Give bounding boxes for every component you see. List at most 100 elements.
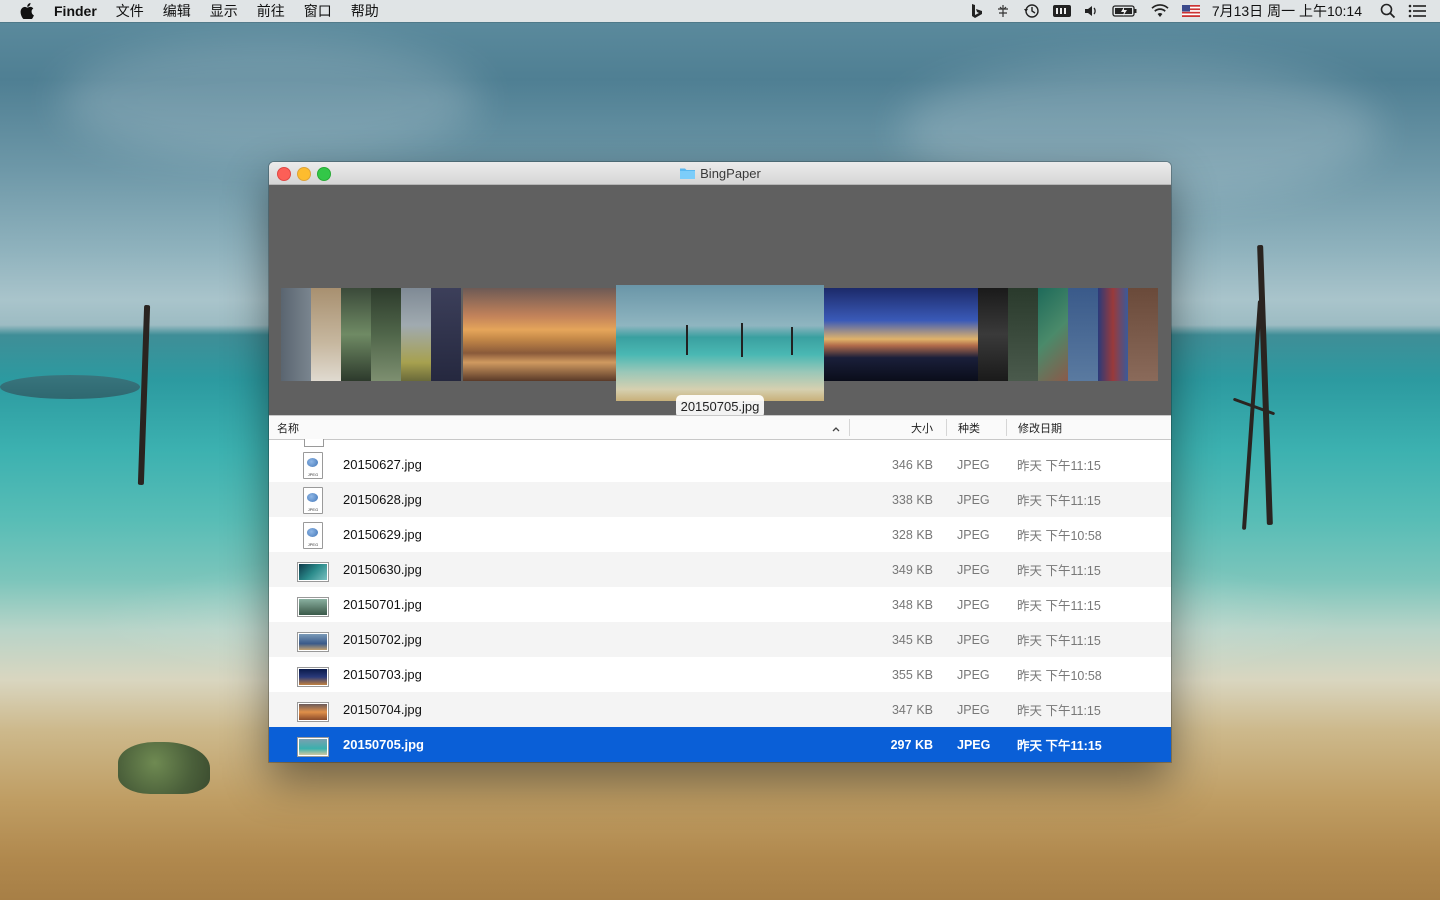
- file-size: 345 KB: [891, 632, 933, 647]
- coverflow-thumb[interactable]: [431, 288, 461, 381]
- file-date: 昨天 下午10:58: [1017, 669, 1102, 683]
- menu-window[interactable]: 窗口: [304, 1, 332, 21]
- folder-icon: [679, 166, 696, 180]
- coverflow-thumb[interactable]: [341, 288, 371, 381]
- menu-help[interactable]: 帮助: [351, 1, 379, 21]
- battery-meter-icon[interactable]: [1052, 0, 1072, 22]
- column-divider[interactable]: [849, 419, 850, 436]
- coverflow-thumb[interactable]: [311, 288, 341, 381]
- coverflow-thumb[interactable]: [1098, 288, 1128, 381]
- notification-center-icon[interactable]: [1408, 0, 1426, 22]
- coverflow-thumb[interactable]: [1128, 288, 1158, 381]
- cover-flow-view[interactable]: 20150705.jpg: [269, 185, 1171, 418]
- stilt-pole: [1241, 300, 1263, 530]
- menu-view[interactable]: 显示: [210, 1, 238, 21]
- file-kind: JPEG: [957, 457, 990, 472]
- coverflow-thumb[interactable]: [371, 288, 401, 381]
- sort-ascending-icon[interactable]: [832, 423, 840, 435]
- rock-shape: [118, 742, 210, 794]
- coverflow-selected-image[interactable]: [616, 285, 824, 401]
- menu-edit[interactable]: 编辑: [163, 1, 191, 21]
- image-thumbnail-icon: [298, 557, 328, 582]
- menu-file[interactable]: 文件: [116, 1, 144, 21]
- file-size: 355 KB: [891, 667, 933, 682]
- file-row[interactable]: 20150630.jpg 349 KB JPEG 昨天 下午11:15: [269, 552, 1171, 587]
- coverflow-thumb[interactable]: [463, 288, 616, 381]
- file-row[interactable]: JPEG 20150628.jpg 338 KB JPEG 昨天 下午11:15: [269, 482, 1171, 517]
- file-name: 20150705.jpg: [343, 737, 424, 752]
- file-size: 349 KB: [891, 562, 933, 577]
- menu-bar: Finder 文件 编辑 显示 前往 窗口 帮助 7月13日 周一 上午10:1…: [0, 0, 1440, 22]
- file-row[interactable]: 20150705.jpg 297 KB JPEG 昨天 下午11:15: [269, 727, 1171, 762]
- jpeg-file-icon: JPEG: [298, 452, 326, 479]
- file-kind: JPEG: [957, 632, 990, 647]
- spotlight-search-icon[interactable]: [1380, 0, 1396, 22]
- file-row[interactable]: JPEG 20150627.jpg 346 KB JPEG 昨天 下午11:15: [269, 447, 1171, 482]
- column-header-size[interactable]: 大小: [911, 416, 933, 439]
- file-name: 20150627.jpg: [343, 457, 422, 472]
- image-thumbnail-icon: [298, 697, 328, 722]
- coverflow-thumb[interactable]: [1038, 288, 1068, 381]
- menu-app-name[interactable]: Finder: [54, 3, 97, 19]
- file-kind: JPEG: [957, 597, 990, 612]
- file-size: 346 KB: [891, 457, 933, 472]
- file-row[interactable]: 20150703.jpg 355 KB JPEG 昨天 下午10:58: [269, 657, 1171, 692]
- column-divider[interactable]: [1006, 419, 1007, 436]
- stilt-pole: [1257, 244, 1273, 526]
- volume-icon[interactable]: [1084, 0, 1100, 22]
- file-row[interactable]: 20150702.jpg 345 KB JPEG 昨天 下午11:15: [269, 622, 1171, 657]
- file-name: 20150630.jpg: [343, 562, 422, 577]
- image-thumbnail-icon: [298, 627, 328, 652]
- image-thumbnail-icon: [298, 662, 328, 687]
- us-flag-icon[interactable]: [1181, 0, 1200, 22]
- file-row[interactable]: 20150701.jpg 348 KB JPEG 昨天 下午11:15: [269, 587, 1171, 622]
- file-name: 20150703.jpg: [343, 667, 422, 682]
- coverflow-thumb[interactable]: [401, 288, 431, 381]
- file-row[interactable]: 20150704.jpg 347 KB JPEG 昨天 下午11:15: [269, 692, 1171, 727]
- file-size: 297 KB: [890, 737, 933, 752]
- window-title: BingPaper: [269, 162, 1171, 184]
- coverflow-thumb[interactable]: [1008, 288, 1038, 381]
- file-list[interactable]: JPEG 20150627.jpg 346 KB JPEG 昨天 下午11:15 JPEG…: [269, 439, 1171, 762]
- battery-icon[interactable]: [1112, 0, 1138, 22]
- column-header-kind[interactable]: 种类: [958, 416, 980, 439]
- file-size: 328 KB: [891, 527, 933, 542]
- file-date: 昨天 下午11:15: [1017, 634, 1101, 648]
- menubar-clock[interactable]: 7月13日 周一 上午10:14: [1212, 1, 1362, 21]
- file-date: 昨天 下午11:15: [1017, 494, 1101, 508]
- file-size: 338 KB: [891, 492, 933, 507]
- file-row[interactable]: JPEG 20150629.jpg 328 KB JPEG 昨天 下午10:58: [269, 517, 1171, 552]
- coverflow-thumb[interactable]: [978, 288, 1008, 381]
- menu-go[interactable]: 前往: [257, 1, 285, 21]
- file-kind: JPEG: [957, 492, 990, 507]
- coverflow-thumb[interactable]: [824, 288, 978, 381]
- file-name: 20150628.jpg: [343, 492, 422, 507]
- reef-shape: [0, 375, 140, 399]
- file-date: 昨天 下午11:15: [1017, 739, 1102, 753]
- column-divider[interactable]: [946, 419, 947, 436]
- file-date: 昨天 下午11:15: [1017, 564, 1101, 578]
- file-date: 昨天 下午11:15: [1017, 704, 1101, 718]
- time-machine-icon[interactable]: [1022, 0, 1040, 22]
- coverflow-thumb[interactable]: [1068, 288, 1098, 381]
- bing-icon[interactable]: [970, 0, 984, 22]
- title-bar[interactable]: BingPaper: [269, 162, 1171, 185]
- input-method-icon[interactable]: [996, 0, 1010, 22]
- apple-menu-icon[interactable]: [20, 2, 36, 20]
- file-kind: JPEG: [957, 527, 990, 542]
- column-header-date[interactable]: 修改日期: [1018, 416, 1062, 439]
- jpeg-file-icon: JPEG: [298, 487, 326, 514]
- file-date: 昨天 下午11:15: [1017, 599, 1101, 613]
- finder-window: BingPaper 20150705.jpg 名称 大小 种类 修改日期 JPE…: [269, 162, 1171, 762]
- coverflow-thumb[interactable]: [281, 288, 311, 381]
- file-name: 20150701.jpg: [343, 597, 422, 612]
- jpeg-file-icon: JPEG: [298, 522, 326, 549]
- file-date: 昨天 下午10:58: [1017, 529, 1102, 543]
- file-kind: JPEG: [957, 702, 990, 717]
- file-kind: JPEG: [957, 737, 991, 752]
- image-thumbnail-icon: [298, 592, 328, 617]
- column-header-name[interactable]: 名称: [277, 416, 299, 439]
- file-date: 昨天 下午11:15: [1017, 459, 1101, 473]
- stilt-pole: [137, 304, 151, 486]
- wifi-icon[interactable]: [1150, 0, 1170, 22]
